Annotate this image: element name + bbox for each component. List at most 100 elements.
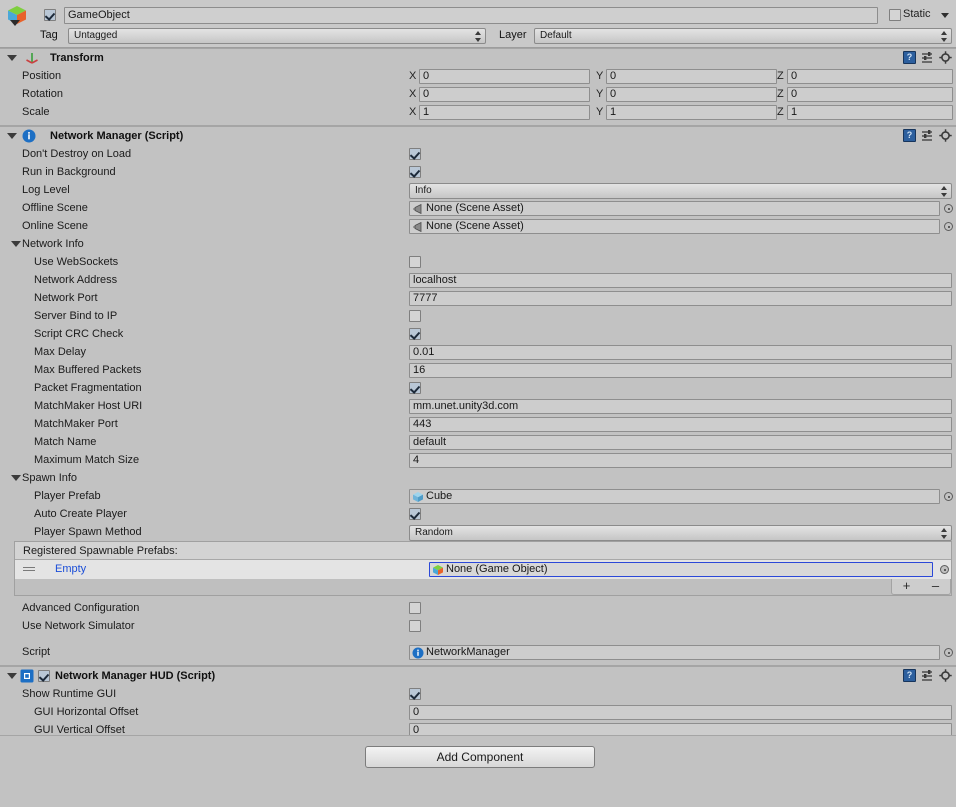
static-label: Static	[903, 8, 931, 20]
script-crc-check-checkbox[interactable]	[409, 328, 421, 340]
spawn-info-foldout-arrow[interactable]	[11, 475, 21, 481]
scale-z-input[interactable]: 1	[787, 105, 953, 120]
max-buffered-packets-input[interactable]: 16	[409, 363, 952, 378]
position-z-input[interactable]: 0	[787, 69, 953, 84]
log-level-label: Log Level	[22, 184, 70, 196]
packet-fragmentation-checkbox[interactable]	[409, 382, 421, 394]
use-websockets-checkbox[interactable]	[409, 256, 421, 268]
row-script-crc-check: Script CRC Check	[0, 325, 956, 343]
network-manager-header[interactable]: Network Manager (Script) ?	[0, 127, 956, 145]
tag-dropdown[interactable]: Untagged	[68, 28, 486, 44]
run-in-background-checkbox[interactable]	[409, 166, 421, 178]
maximum-match-size-input[interactable]: 4	[409, 453, 952, 468]
add-list-item-button[interactable]: +	[892, 579, 921, 594]
axis-x-label: X	[409, 70, 417, 82]
row-online-scene: Online Scene None (Scene Asset)	[0, 217, 956, 235]
dont-destroy-on-load-checkbox[interactable]	[409, 148, 421, 160]
offline-scene-picker-icon[interactable]	[944, 204, 953, 213]
rotation-x-input[interactable]: 0	[419, 87, 590, 102]
transform-foldout-arrow[interactable]	[7, 55, 17, 61]
preset-sliders-icon[interactable]	[921, 669, 934, 682]
transform-header[interactable]: Transform ?	[0, 49, 956, 67]
help-book-icon[interactable]: ?	[903, 669, 916, 682]
transform-title: Transform	[50, 52, 104, 64]
player-prefab-picker-icon[interactable]	[944, 492, 953, 501]
network-manager-foldout-arrow[interactable]	[7, 133, 17, 139]
chevron-updown-icon	[941, 31, 948, 42]
online-scene-objectfield[interactable]: None (Scene Asset)	[409, 219, 940, 234]
scale-x-input[interactable]: 1	[419, 105, 590, 120]
network-port-input[interactable]: 7777	[409, 291, 952, 306]
log-level-value: Info	[415, 185, 432, 196]
log-level-dropdown[interactable]: Info	[409, 183, 952, 199]
offline-scene-objectfield[interactable]: None (Scene Asset)	[409, 201, 940, 216]
layer-dropdown[interactable]: Default	[534, 28, 952, 44]
maximum-match-size-label: Maximum Match Size	[34, 454, 140, 466]
script-picker-icon[interactable]	[944, 648, 953, 657]
run-in-background-label: Run in Background	[22, 166, 116, 178]
network-info-foldout-arrow[interactable]	[11, 241, 21, 247]
network-manager-hud-enabled-checkbox[interactable]	[38, 670, 50, 682]
gear-icon[interactable]	[939, 129, 952, 142]
gameobject-icon-dropdown-arrow[interactable]	[10, 20, 20, 26]
online-scene-picker-icon[interactable]	[944, 222, 953, 231]
network-address-input[interactable]: localhost	[409, 273, 952, 288]
matchmaker-port-input[interactable]: 443	[409, 417, 952, 432]
drag-handle-icon[interactable]	[23, 567, 35, 572]
remove-list-item-button[interactable]: –	[921, 579, 950, 594]
static-checkbox[interactable]	[889, 9, 901, 21]
gameobject-name-input[interactable]: GameObject	[64, 7, 878, 24]
rotation-z-input[interactable]: 0	[787, 87, 953, 102]
match-name-input[interactable]: default	[409, 435, 952, 450]
show-runtime-gui-label: Show Runtime GUI	[22, 688, 117, 700]
preset-sliders-icon[interactable]	[921, 129, 934, 142]
offline-scene-value: None (Scene Asset)	[426, 202, 524, 214]
network-manager-hud-foldout-arrow[interactable]	[7, 673, 17, 679]
server-bind-to-ip-checkbox[interactable]	[409, 310, 421, 322]
section-network-info[interactable]: Network Info	[0, 235, 956, 253]
gear-icon[interactable]	[939, 51, 952, 64]
player-prefab-objectfield[interactable]: Cube	[409, 489, 940, 504]
max-delay-input[interactable]: 0.01	[409, 345, 952, 360]
row-use-network-simulator: Use Network Simulator	[0, 617, 956, 635]
player-spawn-method-dropdown[interactable]: Random	[409, 525, 952, 541]
show-runtime-gui-checkbox[interactable]	[409, 688, 421, 700]
help-book-icon[interactable]: ?	[903, 129, 916, 142]
scale-y-input[interactable]: 1	[606, 105, 777, 120]
position-y-input[interactable]: 0	[606, 69, 777, 84]
matchmaker-port-label: MatchMaker Port	[34, 418, 118, 430]
network-manager-hud-header[interactable]: Network Manager HUD (Script) ?	[0, 667, 956, 685]
list-item-picker-icon[interactable]	[940, 565, 949, 574]
section-spawn-info[interactable]: Spawn Info	[0, 469, 956, 487]
row-auto-create-player: Auto Create Player	[0, 505, 956, 523]
list-item[interactable]: Empty None (Game Object)	[15, 560, 951, 579]
player-spawn-method-value: Random	[415, 527, 453, 538]
preset-sliders-icon[interactable]	[921, 51, 934, 64]
axis-y-label: Y	[596, 88, 604, 100]
gear-icon[interactable]	[939, 669, 952, 682]
help-book-icon[interactable]: ?	[903, 51, 916, 64]
tag-dropdown-value: Untagged	[74, 30, 118, 41]
auto-create-player-checkbox[interactable]	[409, 508, 421, 520]
gui-horizontal-offset-input[interactable]: 0	[409, 705, 952, 720]
use-network-simulator-checkbox[interactable]	[409, 620, 421, 632]
advanced-configuration-checkbox[interactable]	[409, 602, 421, 614]
gameobject-enabled-checkbox[interactable]	[44, 9, 56, 21]
script-crc-check-label: Script CRC Check	[34, 328, 124, 340]
row-matchmaker-port: MatchMaker Port 443	[0, 415, 956, 433]
position-x-input[interactable]: 0	[419, 69, 590, 84]
max-buffered-packets-label: Max Buffered Packets	[34, 364, 142, 376]
row-advanced-configuration: Advanced Configuration	[0, 599, 956, 617]
transform-scale-label: Scale	[22, 106, 50, 118]
layer-dropdown-value: Default	[540, 30, 572, 41]
list-item-label[interactable]: Empty	[55, 563, 86, 575]
matchmaker-host-uri-input[interactable]: mm.unet.unity3d.com	[409, 399, 952, 414]
axis-y-label: Y	[596, 70, 604, 82]
row-matchmaker-host-uri: MatchMaker Host URI mm.unet.unity3d.com	[0, 397, 956, 415]
list-item-objectfield[interactable]: None (Game Object)	[429, 562, 933, 577]
static-dropdown-arrow[interactable]	[941, 13, 949, 18]
add-component-button[interactable]: Add Component	[365, 746, 595, 768]
script-objectfield[interactable]: NetworkManager	[409, 645, 940, 660]
rotation-y-input[interactable]: 0	[606, 87, 777, 102]
list-footer-buttons: + –	[891, 579, 951, 595]
